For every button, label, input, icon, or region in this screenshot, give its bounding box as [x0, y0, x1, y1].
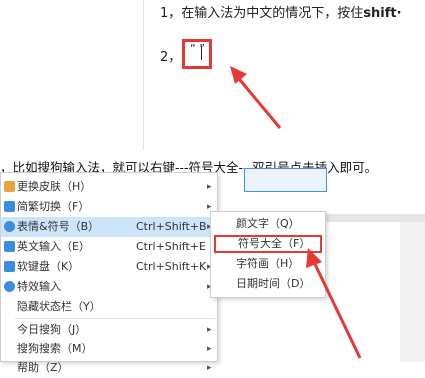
annotation-arrow-icon: [230, 66, 282, 129]
page-margin-line: [143, 0, 144, 150]
chevron-right-icon: ▸: [207, 344, 212, 354]
menu-item-effects-input[interactable]: 特效输入 ▸: [1, 277, 217, 297]
doc-line-1: 1，在输入法为中文的情况下，按住shift·: [160, 2, 402, 21]
shortcut-label: Ctrl+Shift+B: [136, 220, 207, 233]
document-area: [0, 0, 425, 145]
background-button[interactable]: [244, 168, 327, 192]
skin-icon: [4, 181, 15, 192]
doc-line-2-number: 2，: [160, 50, 182, 65]
menu-item-today-sogou[interactable]: 今日搜狗（J） ▸: [1, 320, 217, 340]
effects-icon: [4, 281, 15, 292]
menu-item-emoji-symbols[interactable]: 表情&符号（B） Ctrl+Shift+B ▸: [1, 217, 217, 237]
menu-item-help[interactable]: 帮助（Z） ▸: [1, 358, 217, 378]
menu-separator: [15, 318, 215, 319]
menu-item-change-skin[interactable]: 更换皮肤（H） ▸: [1, 177, 217, 197]
menu-item-hide-statusbar[interactable]: 隐藏状态栏（Y）: [1, 297, 217, 317]
keyboard-icon: [4, 261, 15, 272]
menu-item-simplified-traditional[interactable]: 简繁切换（F） ▸: [1, 197, 217, 217]
inserted-quotes: “ ”: [190, 42, 205, 55]
chevron-right-icon: ▸: [207, 325, 212, 335]
menu-item-sogou-search[interactable]: 搜狗搜索（M） ▸: [1, 339, 217, 359]
ime-context-menu: 更换皮肤（H） ▸ 简繁切换（F） ▸ 表情&符号（B） Ctrl+Shift+…: [0, 172, 218, 374]
doc-line-1-bold: shift·: [363, 6, 402, 21]
chevron-right-icon: ▸: [207, 363, 212, 373]
doc-line-1-text: 1，在输入法为中文的情况下，按住: [160, 6, 364, 21]
submenu-item-kaomoji[interactable]: 颜文字（Q）: [214, 215, 322, 233]
shortcut-label: Ctrl+Shift+E: [136, 240, 206, 253]
menu-item-english-input[interactable]: 英文输入（E） Ctrl+Shift+E: [1, 237, 217, 257]
background-panel: [400, 222, 425, 362]
simplified-traditional-icon: [4, 201, 15, 212]
menu-item-soft-keyboard[interactable]: 软键盘（K） Ctrl+Shift+K ▸: [1, 257, 217, 277]
shortcut-label: Ctrl+Shift+K: [136, 260, 207, 273]
text-caret: [201, 46, 202, 60]
english-input-icon: [4, 241, 15, 252]
chevron-right-icon: ▸: [207, 182, 212, 192]
emoji-icon: [4, 221, 15, 232]
annotation-arrow-icon: [306, 248, 362, 359]
